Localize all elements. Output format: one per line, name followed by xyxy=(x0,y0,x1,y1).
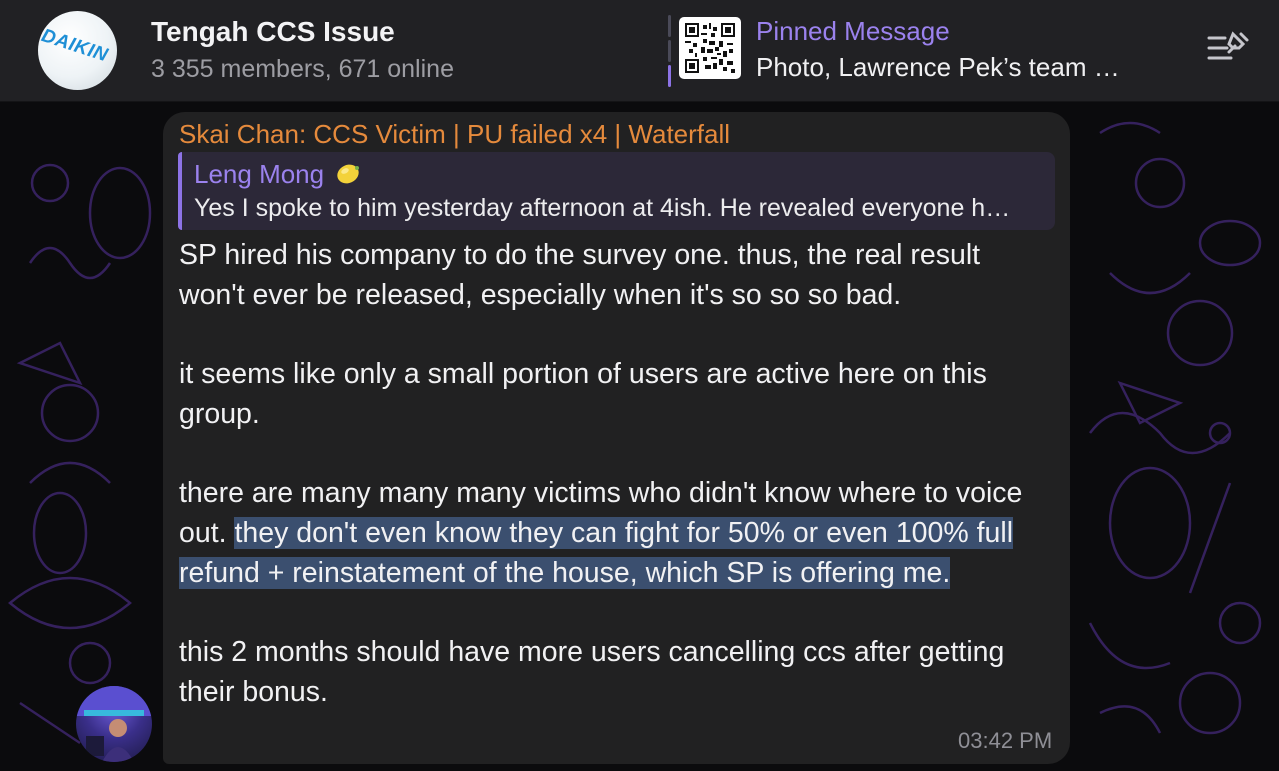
group-title[interactable]: Tengah CCS Issue xyxy=(151,16,395,48)
group-avatar[interactable]: DAIKIN xyxy=(38,11,117,90)
reply-author-name: Leng Mong xyxy=(194,159,325,189)
pinned-message-preview[interactable]: Photo, Lawrence Pek’s team h… xyxy=(756,52,1131,83)
qr-code-graphic xyxy=(685,23,735,73)
message-paragraph: there are many many many victims who did… xyxy=(179,474,1049,593)
chat-header[interactable]: DAIKIN Tengah CCS Issue 3 355 members, 6… xyxy=(0,0,1279,102)
lemon-emoji-icon xyxy=(337,164,359,184)
qr-code-icon[interactable] xyxy=(679,17,741,79)
message-paragraph: it seems like only a small portion of us… xyxy=(179,358,987,430)
selected-text-highlight[interactable]: they don't even know they can fight for … xyxy=(179,516,1014,589)
sender-avatar[interactable] xyxy=(76,686,152,762)
pinned-message-indicator xyxy=(668,15,672,87)
pinned-message-title[interactable]: Pinned Message xyxy=(756,16,950,47)
avatar-logo-text: DAIKIN xyxy=(38,25,111,67)
reply-quote-text: Yes I spoke to him yesterday afternoon a… xyxy=(194,194,1011,222)
sender-avatar-photo xyxy=(76,686,152,762)
message-timestamp: 03:42 PM xyxy=(958,728,1053,753)
group-member-count: 3 355 members, 671 online xyxy=(151,55,454,83)
pinned-list-icon[interactable] xyxy=(1205,30,1251,66)
message-text: SP hired his company to do the survey on… xyxy=(179,236,1049,712)
message-sender-name[interactable]: Skai Chan: CCS Victim | PU failed x4 | W… xyxy=(179,119,730,150)
message-paragraph: this 2 months should have more users can… xyxy=(179,635,1005,708)
message-paragraph: SP hired his company to do the survey on… xyxy=(179,239,981,311)
